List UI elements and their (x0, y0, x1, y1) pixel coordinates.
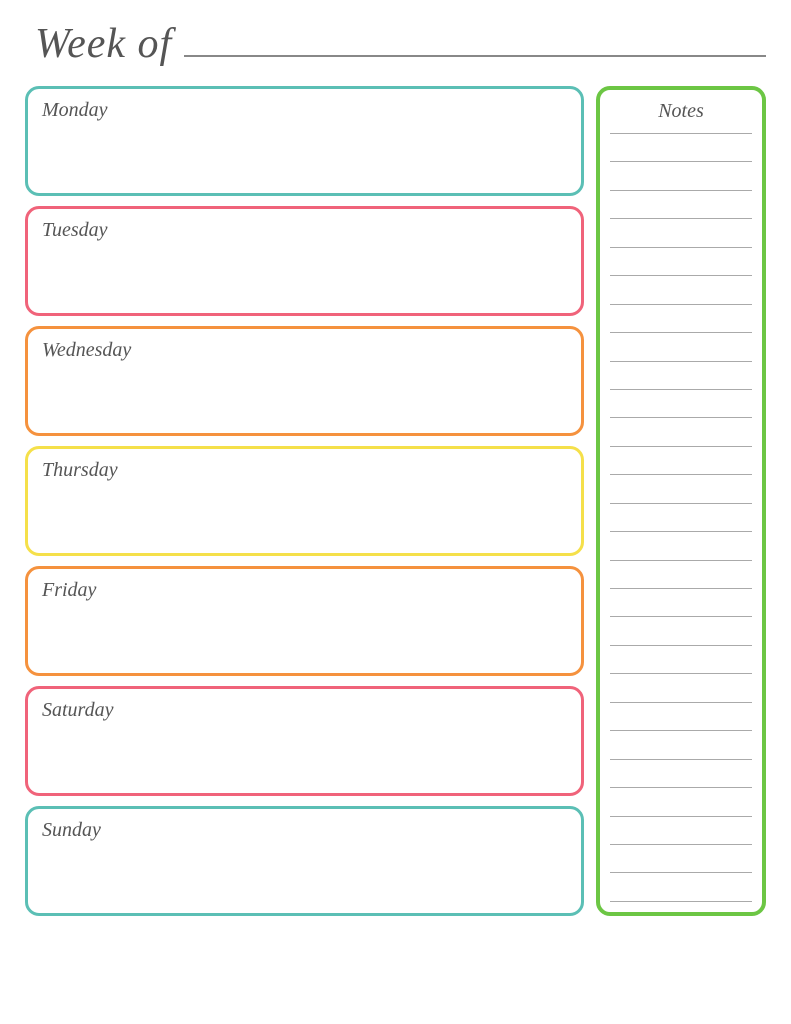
notes-line (610, 673, 752, 674)
notes-line (610, 702, 752, 703)
notes-line (610, 218, 752, 219)
notes-title: Notes (610, 100, 752, 123)
monday-label: Monday (42, 99, 108, 121)
notes-line (610, 759, 752, 760)
notes-line (610, 645, 752, 646)
notes-line (610, 332, 752, 333)
notes-line (610, 560, 752, 561)
notes-line (610, 787, 752, 788)
sunday-box[interactable]: Sunday (25, 806, 584, 916)
main-layout: Monday Tuesday Wednesday Thursday Friday… (25, 86, 766, 916)
thursday-label: Thursday (42, 459, 118, 481)
notes-line (610, 389, 752, 390)
notes-line (610, 190, 752, 191)
notes-line (610, 844, 752, 845)
notes-line (610, 816, 752, 817)
friday-box[interactable]: Friday (25, 566, 584, 676)
notes-line (610, 133, 752, 134)
sunday-label: Sunday (42, 819, 101, 841)
notes-line (610, 872, 752, 873)
monday-box[interactable]: Monday (25, 86, 584, 196)
notes-column[interactable]: Notes (596, 86, 766, 916)
notes-lines (610, 133, 752, 902)
saturday-box[interactable]: Saturday (25, 686, 584, 796)
notes-line (610, 247, 752, 248)
friday-label: Friday (42, 579, 96, 601)
notes-line (610, 304, 752, 305)
notes-line (610, 616, 752, 617)
page-container: Week of Monday Tuesday Wednesday Thursda… (25, 20, 766, 916)
notes-line (610, 901, 752, 902)
notes-line (610, 730, 752, 731)
notes-line (610, 503, 752, 504)
wednesday-box[interactable]: Wednesday (25, 326, 584, 436)
tuesday-box[interactable]: Tuesday (25, 206, 584, 316)
notes-line (610, 275, 752, 276)
notes-line (610, 474, 752, 475)
tuesday-label: Tuesday (42, 219, 108, 241)
header: Week of (25, 20, 766, 68)
notes-line (610, 588, 752, 589)
wednesday-label: Wednesday (42, 339, 131, 361)
days-column: Monday Tuesday Wednesday Thursday Friday… (25, 86, 584, 916)
thursday-box[interactable]: Thursday (25, 446, 584, 556)
week-of-title: Week of (35, 20, 172, 68)
notes-line (610, 161, 752, 162)
notes-line (610, 531, 752, 532)
notes-line (610, 361, 752, 362)
week-of-line[interactable] (184, 55, 766, 57)
saturday-label: Saturday (42, 699, 113, 721)
notes-line (610, 446, 752, 447)
notes-line (610, 417, 752, 418)
